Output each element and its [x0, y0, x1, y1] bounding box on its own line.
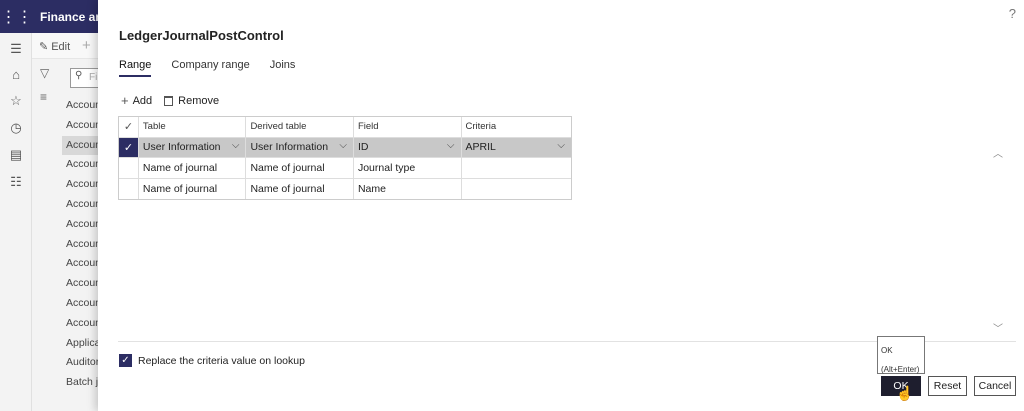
add-button[interactable]: + Add	[121, 93, 152, 108]
hand-cursor-icon: ☝	[896, 385, 914, 401]
checkmark-icon: ✓	[123, 121, 134, 134]
list-view-icon[interactable]: ≡	[40, 90, 47, 104]
list-item[interactable]: Account	[62, 235, 100, 255]
criteria-input[interactable]: APRIL ⌵	[462, 138, 572, 158]
column-header-field[interactable]: Field	[354, 117, 462, 137]
query-dialog: ? LedgerJournalPostControl Range Company…	[98, 0, 1024, 411]
ok-tooltip: OK (Alt+Enter)	[877, 336, 925, 374]
table-dropdown[interactable]: User Information ⌵	[139, 137, 247, 157]
tab-joins[interactable]: Joins	[270, 59, 296, 77]
list-item[interactable]: Account	[62, 175, 100, 195]
help-icon[interactable]: ?	[1009, 6, 1016, 21]
column-header-derived-table[interactable]: Derived table	[246, 117, 354, 137]
scroll-down-icon[interactable]: ﹀	[993, 320, 1003, 335]
app-header: ⋮⋮ Finance and	[0, 0, 110, 33]
waffle-menu-icon[interactable]: ⋮⋮	[0, 0, 33, 33]
list-item[interactable]: Account	[62, 96, 100, 116]
tab-range[interactable]: Range	[119, 59, 152, 77]
checkmark-icon: ✓	[123, 141, 134, 154]
chevron-down-icon: ⌵	[339, 139, 347, 151]
derived-table-dropdown[interactable]: User Information ⌵	[246, 137, 354, 157]
range-grid: ✓ Table Derived table Field Criteria ✓ U…	[118, 116, 572, 200]
background-record-list: Account Account Account Account Account …	[62, 96, 100, 393]
list-item[interactable]: Account	[62, 294, 100, 314]
recent-clock-icon[interactable]: ◷	[0, 120, 32, 136]
list-item[interactable]: Account	[62, 116, 100, 136]
row-select-checkbox[interactable]	[119, 158, 139, 178]
modules-list-icon[interactable]: ☷	[0, 174, 32, 190]
list-item[interactable]: Account	[62, 135, 100, 156]
search-icon: ⚲	[75, 70, 83, 81]
list-item[interactable]: Account	[62, 215, 100, 235]
table-row[interactable]: Name of journal Name of journal Journal …	[119, 158, 571, 179]
field-cell[interactable]: Name	[354, 178, 462, 199]
tab-company-range[interactable]: Company range	[171, 59, 249, 77]
chevron-down-icon: ⌵	[557, 139, 566, 151]
dialog-tabs: Range Company range Joins	[119, 59, 315, 77]
grid-header-row: ✓ Table Derived table Field Criteria	[119, 117, 571, 138]
table-cell[interactable]: Name of journal	[139, 158, 247, 178]
trash-icon	[164, 95, 174, 106]
derived-table-cell[interactable]: Name of journal	[246, 158, 354, 178]
new-plus-icon[interactable]: +	[82, 37, 91, 54]
table-cell[interactable]: Name of journal	[139, 178, 247, 199]
criteria-cell[interactable]	[462, 179, 572, 200]
navigation-rail: ☰ ⌂ ☆ ◷ ▤ ☷	[0, 33, 32, 411]
grid-toolbar: + Add Remove	[121, 93, 231, 108]
filter-column: ▽ ≡	[32, 59, 62, 411]
scroll-up-icon[interactable]: ︿	[993, 145, 1003, 160]
pencil-icon: ✎	[39, 41, 49, 53]
row-select-checkbox[interactable]	[119, 178, 139, 199]
table-row[interactable]: ✓ User Information ⌵ User Information ⌵ ID…	[119, 137, 572, 158]
column-header-criteria[interactable]: Criteria	[462, 117, 572, 137]
list-item[interactable]: Account	[62, 314, 100, 334]
list-item[interactable]: Account	[62, 195, 100, 215]
hamburger-menu-icon[interactable]: ☰	[0, 41, 32, 57]
row-select-checkbox[interactable]: ✓	[119, 137, 139, 157]
edit-button[interactable]: ✎ Edit	[39, 40, 70, 53]
background-action-bar: ✎ Edit +	[32, 33, 100, 59]
list-item[interactable]: Account	[62, 155, 100, 175]
criteria-cell[interactable]	[462, 158, 572, 178]
replace-criteria-label: Replace the criteria value on lookup	[138, 354, 305, 367]
favorites-star-icon[interactable]: ☆	[0, 93, 32, 109]
checkmark-icon: ✓	[119, 354, 132, 367]
list-item[interactable]: Account	[62, 254, 100, 274]
reset-button[interactable]: Reset	[928, 376, 967, 396]
remove-button[interactable]: Remove	[164, 95, 219, 107]
field-cell[interactable]: Journal type	[354, 158, 462, 178]
replace-criteria-checkbox[interactable]: ✓ Replace the criteria value on lookup	[119, 354, 305, 367]
plus-icon: +	[121, 93, 129, 108]
list-item[interactable]: Auditor	[62, 353, 100, 373]
list-item[interactable]: Batch jo	[62, 373, 100, 393]
list-item[interactable]: Account	[62, 274, 100, 294]
home-icon[interactable]: ⌂	[0, 67, 32, 82]
list-item[interactable]: Applica	[62, 334, 100, 354]
select-all-checkbox[interactable]: ✓	[119, 117, 139, 137]
cancel-button[interactable]: Cancel	[974, 376, 1016, 396]
derived-table-cell[interactable]: Name of journal	[246, 178, 354, 199]
chevron-down-icon: ⌵	[446, 139, 455, 151]
table-row[interactable]: Name of journal Name of journal Name	[119, 178, 572, 200]
workspaces-icon[interactable]: ▤	[0, 147, 32, 163]
filter-funnel-icon[interactable]: ▽	[40, 66, 49, 80]
chevron-down-icon: ⌵	[231, 139, 240, 151]
column-header-table[interactable]: Table	[139, 117, 247, 137]
field-dropdown[interactable]: ID ⌵	[354, 137, 462, 157]
dialog-title: LedgerJournalPostControl	[119, 28, 284, 43]
